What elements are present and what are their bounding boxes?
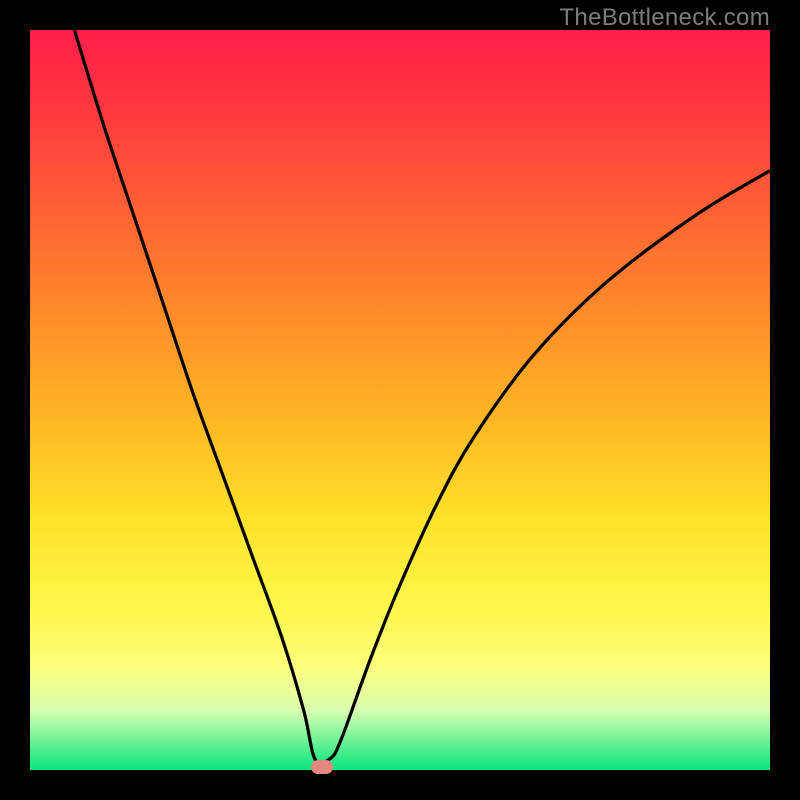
chart-frame: TheBottleneck.com [0,0,800,800]
optimal-point-marker [311,760,333,774]
watermark-text: TheBottleneck.com [559,4,770,32]
bottleneck-curve [30,30,770,770]
plot-area [30,30,770,770]
